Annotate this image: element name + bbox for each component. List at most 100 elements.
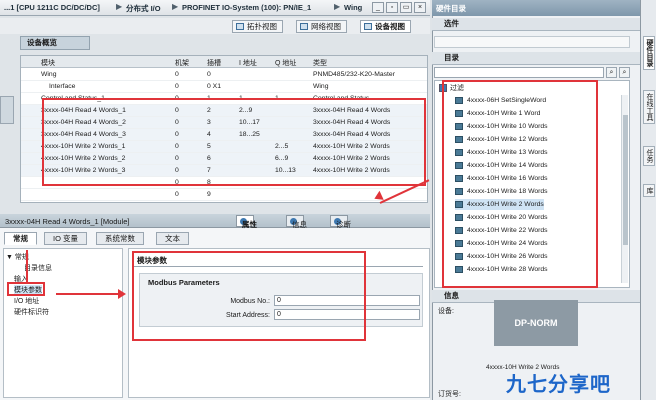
restore-button[interactable]: ▫: [386, 2, 398, 13]
arrowhead-right: [118, 289, 126, 299]
cell-slot: 1: [207, 95, 211, 102]
catalog-item-label: 4xxxx-10H Write 28 Words: [467, 266, 548, 273]
side-tab-hardware-catalog[interactable]: 硬件目录: [643, 36, 655, 70]
catalog-item-label: 4xxxx-10H Write 13 Words: [467, 149, 548, 156]
properties-nav-tree: ▼ 常规 目录信息 输入 模块参数 I/O 地址 硬件标识符: [3, 248, 123, 398]
tab-topology-view[interactable]: 拓扑视图: [232, 20, 283, 33]
catalog-section[interactable]: 目录: [432, 52, 640, 65]
table-row[interactable]: Wing 0 0 PNMD485/232-K20-Master: [21, 69, 427, 81]
cell-rack: 0: [175, 143, 179, 150]
tab-device-view[interactable]: 设备视图: [360, 20, 411, 33]
catalog-search-input[interactable]: [434, 67, 604, 78]
table-row[interactable]: 4xxxx-10H Write 2 Words_2 0 6 6...9 4xxxx-10…: [21, 153, 427, 165]
table-row[interactable]: 4xxxx-10H Write 2 Words_3 0 7 10...13 4xxxx-…: [21, 165, 427, 177]
properties-title: 3xxxx-04H Read 4 Words_1 [Module]: [5, 217, 130, 226]
options-section[interactable]: 选件: [432, 18, 640, 31]
nav-item-general[interactable]: ▼ 常规: [6, 252, 29, 262]
catalog-item[interactable]: 4xxxx-10H Write 22 Words: [455, 225, 548, 236]
catalog-item[interactable]: 4xxxx-10H Write 1 Word: [455, 108, 540, 119]
catalog-item[interactable]: 4xxxx-10H Write 16 Words: [455, 173, 548, 184]
catalog-item-label: 4xxxx-10H Write 26 Words: [467, 253, 548, 260]
view-tab-bar: 拓扑视图 网络视图 设备视图: [0, 18, 430, 34]
catalog-item-label: 4xxxx-10H Write 12 Words: [467, 136, 548, 143]
column-header-module[interactable]: 模块: [41, 58, 55, 68]
module-icon: [455, 136, 463, 143]
table-row[interactable]: Control and Status_1 0 1 1 1 Control and Stat…: [21, 93, 427, 105]
start-address-input[interactable]: 0: [274, 309, 420, 320]
catalog-item[interactable]: 4xxxx-10H Write 20 Words: [455, 212, 548, 223]
table-row[interactable]: 08: [21, 177, 427, 189]
cell-i-addr: 10...17: [239, 119, 260, 126]
breadcrumb-cpu[interactable]: ...1 [CPU 1211C DC/DC/DC]: [4, 3, 100, 12]
catalog-item[interactable]: 4xxxx-10H Write 12 Words: [455, 134, 548, 145]
side-tab-online-tools[interactable]: 在线工具: [643, 90, 655, 124]
table-row[interactable]: 3xxxx-04H Read 4 Words_3 0 4 18...25 3xxxx-0…: [21, 129, 427, 141]
catalog-item-label: 4xxxx-10H Write 22 Words: [467, 227, 548, 234]
column-header-slot[interactable]: 插槽: [207, 58, 221, 68]
tab-general[interactable]: 常规: [4, 232, 37, 245]
tab-properties[interactable]: 属性: [236, 215, 257, 229]
catalog-item[interactable]: 4xxxx-06H SetSingleWord: [455, 95, 546, 106]
catalog-scrollbar[interactable]: [621, 95, 628, 283]
catalog-tree: 过滤 4xxxx-06H SetSingleWord 4xxxx-10H Writ…: [434, 80, 630, 288]
maximize-button[interactable]: ▭: [400, 2, 412, 13]
tab-texts[interactable]: 文本: [156, 232, 189, 245]
search-icon[interactable]: ⌕: [606, 67, 617, 78]
modbus-no-input[interactable]: 0: [274, 295, 420, 306]
catalog-item[interactable]: 4xxxx-10H Write 2 Words: [455, 199, 544, 210]
filter-checkbox[interactable]: [439, 84, 447, 92]
collapsed-pane-handle[interactable]: [0, 96, 14, 124]
search-next-icon[interactable]: ⌕: [619, 67, 630, 78]
catalog-item[interactable]: 4xxxx-10H Write 24 Words: [455, 238, 548, 249]
breadcrumb-device[interactable]: Wing: [344, 3, 362, 12]
module-icon: [455, 253, 463, 260]
table-row[interactable]: 3xxxx-04H Read 4 Words_2 0 3 10...17 3xxxx-0…: [21, 117, 427, 129]
module-icon: [455, 201, 463, 208]
catalog-item[interactable]: 4xxxx-10H Write 18 Words: [455, 186, 548, 197]
tab-network-view[interactable]: 网络视图: [296, 20, 347, 33]
cell-slot: 7: [207, 167, 211, 174]
cell-rack: 0: [175, 119, 179, 126]
scrollbar-thumb[interactable]: [623, 115, 628, 245]
column-header-type[interactable]: 类型: [313, 58, 327, 68]
column-header-rack[interactable]: 机架: [175, 58, 189, 68]
nav-item-inputs[interactable]: 输入: [14, 274, 28, 284]
table-row[interactable]: 09: [21, 189, 427, 201]
cell-type: 3xxxx-04H Read 4 Words: [313, 107, 391, 114]
cell-module: 4xxxx-10H Write 2 Words_3: [41, 167, 126, 174]
breadcrumb-distributed-io[interactable]: 分布式 I/O: [126, 3, 161, 14]
nav-item-module-parameters[interactable]: 模块参数: [14, 285, 42, 295]
tab-system-constants[interactable]: 系统常数: [96, 232, 144, 245]
network-icon: [300, 23, 308, 30]
table-row[interactable]: 4xxxx-10H Write 2 Words_1 0 5 2...5 4xxxx-10…: [21, 141, 427, 153]
side-tab-libraries[interactable]: 库: [643, 184, 655, 197]
side-tab-tasks[interactable]: 任务: [643, 146, 655, 166]
column-header-q-address[interactable]: Q 地址: [275, 58, 296, 68]
minimize-button[interactable]: _: [372, 2, 384, 13]
table-row[interactable]: 3xxxx-04H Read 4 Words_1 0 2 2...9 3xxxx-04H…: [21, 105, 427, 117]
watermark-logo: 九七分享吧: [506, 374, 611, 396]
catalog-item[interactable]: 4xxxx-10H Write 14 Words: [455, 160, 548, 171]
tab-info[interactable]: 信息: [286, 215, 307, 229]
tab-diagnostics[interactable]: 诊断: [330, 215, 351, 229]
module-icon: [455, 240, 463, 247]
nav-item-catalog-info[interactable]: 目录信息: [24, 263, 52, 273]
catalog-item[interactable]: 4xxxx-10H Write 10 Words: [455, 121, 548, 132]
module-icon: [455, 175, 463, 182]
cell-slot: 4: [207, 131, 211, 138]
nav-item-io-addresses[interactable]: I/O 地址: [14, 296, 39, 306]
catalog-item-label: 4xxxx-10H Write 1 Word: [467, 110, 541, 117]
table-row[interactable]: Interface 0 0 X1 Wing: [21, 81, 427, 93]
breadcrumb-profinet[interactable]: PROFINET IO-System (100): PN/IE_1: [182, 3, 311, 12]
device-overview-title[interactable]: 设备概览: [20, 36, 90, 50]
cell-rack: 0: [175, 107, 179, 114]
catalog-item[interactable]: 4xxxx-10H Write 13 Words: [455, 147, 548, 158]
close-button[interactable]: ×: [414, 2, 426, 13]
column-header-i-address[interactable]: I 地址: [239, 58, 257, 68]
nav-item-hardware-id[interactable]: 硬件标识符: [14, 307, 49, 317]
tab-io-tags[interactable]: IO 变量: [44, 232, 88, 245]
cell-module: 4xxxx-10H Write 2 Words_2: [41, 155, 126, 162]
catalog-item[interactable]: 4xxxx-10H Write 28 Words: [455, 264, 548, 275]
catalog-item[interactable]: 4xxxx-10H Write 26 Words: [455, 251, 548, 262]
cell-type: 3xxxx-04H Read 4 Words: [313, 131, 391, 138]
